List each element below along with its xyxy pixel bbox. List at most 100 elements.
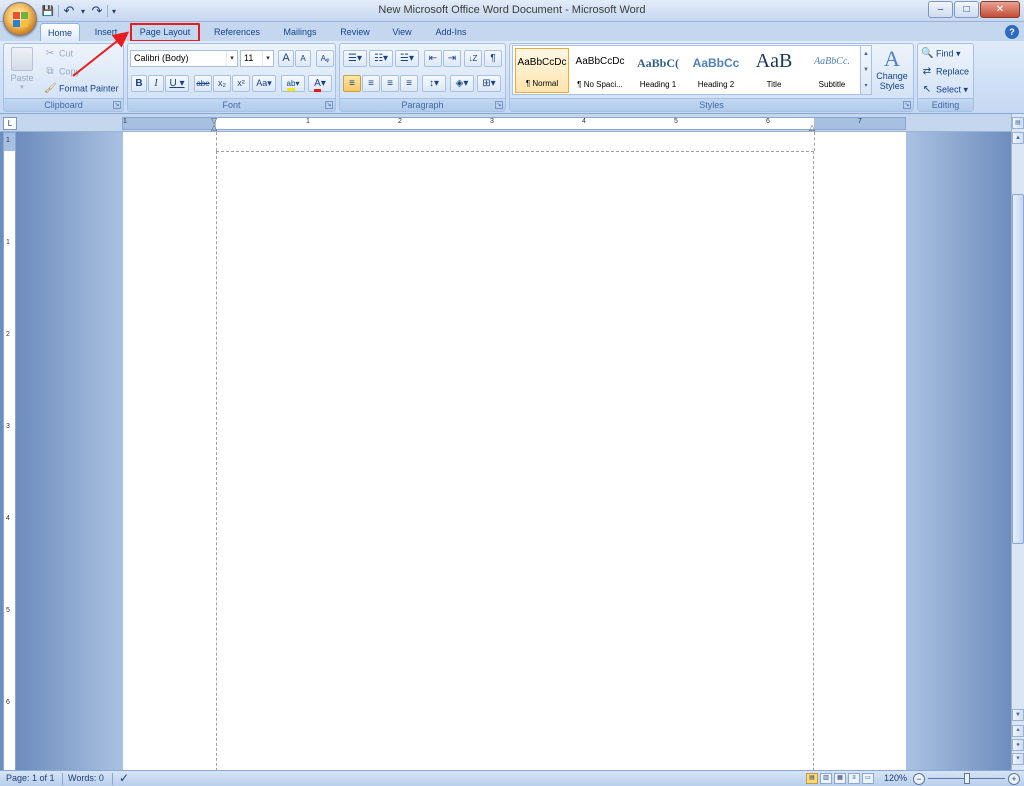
paste-label: Paste	[10, 73, 34, 83]
left-indent-marker-icon[interactable]: △	[211, 123, 217, 132]
paragraph-launcher-icon[interactable]: ↘	[495, 101, 503, 109]
cut-button[interactable]: ✂ Cut	[44, 48, 73, 60]
style-subtitle[interactable]: AaBbCc. Subtitle	[805, 48, 859, 93]
zoom-out-icon[interactable]: −	[913, 773, 925, 785]
vertical-scrollbar[interactable]: ▤ ▲ ▼ ⯅ ● ⯆	[1011, 114, 1024, 770]
print-layout-icon[interactable]: ▤	[806, 773, 818, 784]
clear-formatting-button[interactable]: Aᵩ	[316, 50, 334, 67]
styles-group-label: Styles	[510, 98, 913, 111]
paste-dropdown-icon: ▾	[20, 84, 24, 91]
show-hide-marks-button[interactable]: ¶	[484, 50, 502, 67]
copy-button[interactable]: ⧉ Copy	[44, 66, 80, 78]
change-styles-button[interactable]: A Change Styles	[874, 47, 910, 92]
bullets-button[interactable]: ☰▾	[343, 50, 367, 67]
horizontal-ruler[interactable]: 1 1 2 3 4 5 6 7 ▽ △ △	[122, 116, 906, 132]
restore-button[interactable]: □	[954, 1, 979, 18]
gallery-more-icon[interactable]: ▾	[861, 78, 871, 94]
strikethrough-button[interactable]: abe	[194, 75, 212, 92]
ruler-toggle-icon[interactable]: ▤	[1012, 117, 1024, 129]
right-indent-marker-icon[interactable]: △	[809, 123, 815, 132]
change-case-button[interactable]: Aa▾	[252, 75, 276, 92]
paste-button[interactable]: Paste ▾	[7, 46, 37, 96]
clipboard-group: Paste ▾ ✂ Cut ⧉ Copy 🖌 Format Painter Clipb…	[3, 43, 124, 112]
multilevel-list-button[interactable]: ☱▾	[395, 50, 419, 67]
numbering-button[interactable]: ☷▾	[369, 50, 393, 67]
line-spacing-button[interactable]: ↕▾	[422, 75, 446, 92]
close-button[interactable]: ✕	[980, 1, 1020, 18]
web-layout-icon[interactable]: ▦	[834, 773, 846, 784]
next-page-icon[interactable]: ⯆	[1012, 753, 1024, 765]
tab-selector-button[interactable]: L	[3, 117, 17, 130]
minimize-button[interactable]: –	[928, 1, 953, 18]
page-count[interactable]: Page: 1 of 1	[6, 773, 55, 783]
font-launcher-icon[interactable]: ↘	[325, 101, 333, 109]
tab-insert[interactable]: Insert	[86, 23, 126, 42]
scroll-thumb[interactable]	[1012, 194, 1024, 544]
word-count[interactable]: Words: 0	[68, 773, 104, 783]
style-normal[interactable]: AaBbCcDc ¶ Normal	[515, 48, 569, 93]
superscript-button[interactable]: x²	[232, 75, 250, 92]
clipboard-launcher-icon[interactable]: ↘	[113, 101, 121, 109]
binoculars-icon: 🔍	[921, 48, 934, 59]
office-logo-icon	[13, 12, 29, 28]
increase-indent-button[interactable]: ⇥	[443, 50, 461, 67]
grow-font-button[interactable]: A	[278, 50, 294, 67]
tab-mailings[interactable]: Mailings	[274, 23, 326, 42]
shading-button[interactable]: ◈▾	[450, 75, 474, 92]
tab-review[interactable]: Review	[332, 23, 378, 42]
font-color-button[interactable]: A▾	[308, 75, 332, 92]
font-size-dropdown-icon[interactable]: ▾	[262, 51, 273, 66]
subscript-button[interactable]: x₂	[213, 75, 231, 92]
select-button[interactable]: ↖ Select ▾	[921, 84, 968, 96]
styles-launcher-icon[interactable]: ↘	[903, 101, 911, 109]
gallery-down-icon[interactable]: ▼	[861, 62, 871, 78]
tab-references[interactable]: References	[207, 23, 267, 42]
zoom-level[interactable]: 120%	[884, 773, 907, 783]
italic-button[interactable]: I	[148, 75, 164, 92]
tab-home[interactable]: Home	[40, 23, 80, 42]
scroll-down-icon[interactable]: ▼	[1012, 709, 1024, 721]
style-title[interactable]: AaB Title	[747, 48, 801, 93]
center-button[interactable]: ≡	[362, 75, 380, 92]
shrink-font-button[interactable]: A	[295, 50, 311, 67]
zoom-in-icon[interactable]: +	[1008, 773, 1020, 785]
sort-button[interactable]: ↓Z	[464, 50, 482, 67]
style-heading-1[interactable]: AaBbC( Heading 1	[631, 48, 685, 93]
vertical-ruler[interactable]: 1 1 2 3 4 5 6	[3, 132, 16, 771]
font-name-dropdown-icon[interactable]: ▾	[226, 51, 237, 66]
previous-page-icon[interactable]: ⯅	[1012, 725, 1024, 737]
align-left-button[interactable]: ≡	[343, 75, 361, 92]
font-name-combo[interactable]: Calibri (Body) ▾	[130, 50, 238, 67]
format-painter-button[interactable]: 🖌 Format Painter	[44, 83, 119, 95]
full-screen-reading-icon[interactable]: ▥	[820, 773, 832, 784]
replace-button[interactable]: ⇄ Replace	[921, 66, 969, 78]
text-boundary[interactable]	[216, 151, 814, 786]
tab-view[interactable]: View	[383, 23, 421, 42]
highlight-button[interactable]: ab▾	[281, 75, 305, 92]
zoom-slider-thumb[interactable]	[964, 773, 970, 784]
editing-group: 🔍 Find ▾ ⇄ Replace ↖ Select ▾ Editing	[917, 43, 974, 112]
justify-button[interactable]: ≡	[400, 75, 418, 92]
paragraph-group-label: Paragraph	[340, 98, 505, 111]
find-button[interactable]: 🔍 Find ▾	[921, 48, 961, 60]
proofing-icon[interactable]: ✓	[119, 771, 129, 785]
scroll-up-icon[interactable]: ▲	[1012, 132, 1024, 144]
underline-button[interactable]: U ▾	[165, 75, 189, 92]
borders-button[interactable]: ⊞▾	[477, 75, 501, 92]
document-page[interactable]	[123, 132, 906, 786]
draft-view-icon[interactable]: ▭	[862, 773, 874, 784]
style-heading-2[interactable]: AaBbCc Heading 2	[689, 48, 743, 93]
tab-page-layout[interactable]: Page Layout	[130, 23, 200, 42]
style-no-spacing[interactable]: AaBbCcDc ¶ No Spaci...	[573, 48, 627, 93]
gallery-up-icon[interactable]: ▲	[861, 46, 871, 62]
gallery-scrollbar[interactable]: ▲ ▼ ▾	[860, 46, 871, 94]
help-icon[interactable]: ?	[1005, 25, 1019, 39]
decrease-indent-button[interactable]: ⇤	[424, 50, 442, 67]
bold-button[interactable]: B	[131, 75, 147, 92]
office-button[interactable]	[3, 2, 37, 36]
select-browse-object-icon[interactable]: ●	[1012, 739, 1024, 751]
outline-view-icon[interactable]: ≡	[848, 773, 860, 784]
font-size-combo[interactable]: 11 ▾	[240, 50, 274, 67]
tab-add-ins[interactable]: Add-Ins	[427, 23, 475, 42]
align-right-button[interactable]: ≡	[381, 75, 399, 92]
